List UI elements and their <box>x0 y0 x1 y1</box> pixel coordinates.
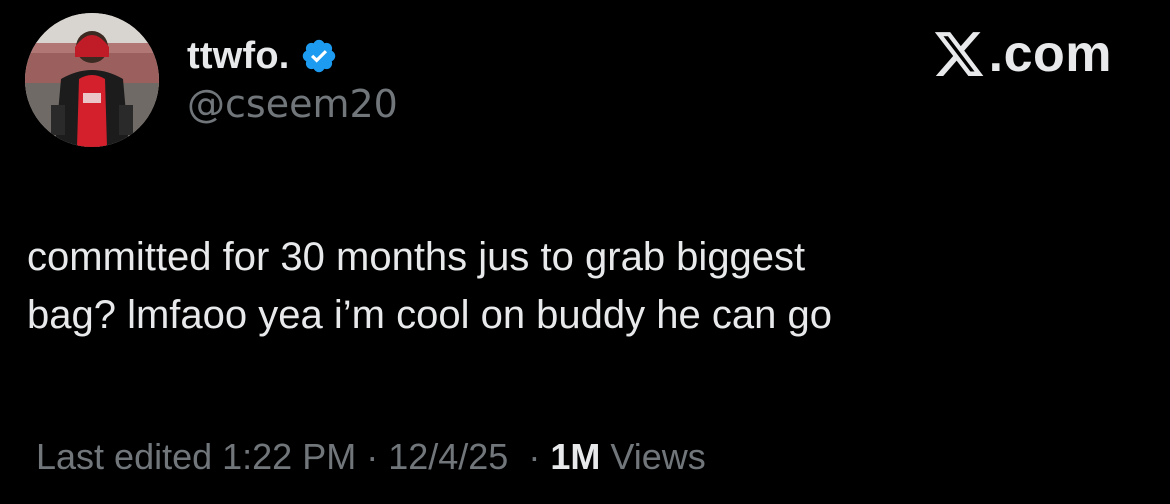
brand-domain-label: .com <box>988 25 1112 83</box>
edited-timestamp-link[interactable]: Last edited 1:22 PM <box>36 436 356 478</box>
meta-separator: · <box>356 436 389 477</box>
tweet-text-line: committed for 30 months jus to grab bigg… <box>27 235 806 279</box>
author-handle[interactable]: @cseem20 <box>187 82 398 126</box>
tweet-date-link[interactable]: 12/4/25 <box>388 436 508 478</box>
avatar-image <box>25 13 159 147</box>
views-count[interactable]: 1M <box>550 436 600 478</box>
meta-separator: · <box>508 436 551 477</box>
avatar[interactable] <box>25 13 159 147</box>
author-row[interactable]: ttwfo. <box>187 34 338 78</box>
tweet-text-line: bag? lmfaoo yea i’m cool on buddy he can… <box>27 293 832 337</box>
views-label[interactable]: Views <box>600 436 705 478</box>
brand-logo: .com <box>931 24 1112 84</box>
tweet-text: committed for 30 months jus to grab bigg… <box>27 228 1137 344</box>
tweet-meta: Last edited 1:22 PM · 12/4/25 · 1M Views <box>36 436 706 478</box>
verified-badge-icon <box>300 37 338 75</box>
x-logo-icon <box>931 27 987 81</box>
display-name[interactable]: ttwfo. <box>187 35 290 78</box>
tweet-card: ttwfo. @cseem20 .com committed for 30 mo… <box>0 0 1170 504</box>
